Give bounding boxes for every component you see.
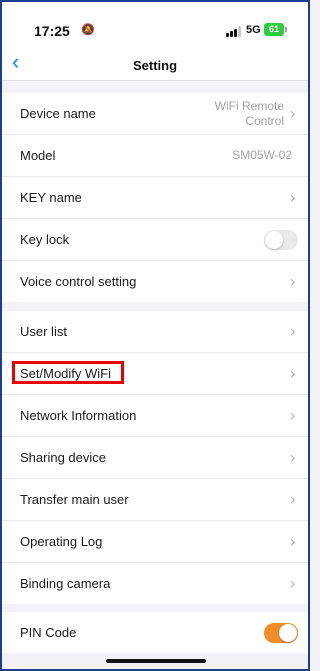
chevron-right-icon: › xyxy=(289,321,296,341)
settings-group-device: Device name WiFi Remote Control › Model … xyxy=(2,93,308,302)
row-transfer-main-user[interactable]: Transfer main user › xyxy=(2,479,308,521)
row-label: Voice control setting xyxy=(20,274,137,289)
navigation-bar: ‹ Setting xyxy=(2,46,308,81)
row-label: Model xyxy=(20,148,56,163)
row-key-name[interactable]: KEY name › xyxy=(2,177,308,219)
toggle-knob xyxy=(279,623,297,642)
settings-group-security: PIN Code xyxy=(2,612,308,653)
chevron-right-icon: › xyxy=(289,363,296,383)
row-label: Operating Log xyxy=(20,534,103,549)
row-label: KEY name xyxy=(20,190,82,205)
row-operating-log[interactable]: Operating Log › xyxy=(2,521,308,563)
home-indicator[interactable] xyxy=(106,659,206,663)
row-label: PIN Code xyxy=(20,625,77,640)
signal-icon xyxy=(226,26,242,37)
toggle-knob xyxy=(265,230,283,249)
row-model: Model SM05W-02 xyxy=(2,135,308,177)
chevron-right-icon: › xyxy=(289,271,296,291)
status-time: 17:25 xyxy=(34,23,70,39)
chevron-right-icon: › xyxy=(289,447,296,467)
row-value: WiFi Remote Control xyxy=(214,98,284,128)
battery-icon: 61 xyxy=(264,23,287,36)
row-user-list[interactable]: User list › xyxy=(2,311,308,353)
row-label: Device name xyxy=(20,106,96,121)
row-label: Key lock xyxy=(20,232,70,247)
row-label: User list xyxy=(20,324,67,339)
row-value: SM05W-02 xyxy=(232,148,292,162)
row-binding-camera[interactable]: Binding camera › xyxy=(2,563,308,604)
phone-screen: 17:25 🔕 5G 61 ‹ Setting Device name WiFi… xyxy=(0,0,310,671)
row-set-modify-wifi[interactable]: Set/Modify WiFi › xyxy=(2,353,308,395)
settings-group-users: User list › Set/Modify WiFi › Network In… xyxy=(2,311,308,604)
row-label: Sharing device xyxy=(20,450,106,465)
chevron-right-icon: › xyxy=(289,573,296,593)
chevron-right-icon: › xyxy=(289,489,296,509)
chevron-right-icon: › xyxy=(289,531,296,551)
key-lock-toggle[interactable] xyxy=(264,229,298,250)
row-label: Binding camera xyxy=(20,576,111,591)
page-title: Setting xyxy=(132,58,178,73)
row-device-name[interactable]: Device name WiFi Remote Control › xyxy=(2,93,308,135)
chevron-right-icon: › xyxy=(289,187,296,207)
silent-bell-icon: 🔕 xyxy=(81,24,95,36)
row-voice-control[interactable]: Voice control setting › xyxy=(2,261,308,302)
row-label: Transfer main user xyxy=(20,492,129,507)
row-label: Network Information xyxy=(20,408,137,423)
row-network-information[interactable]: Network Information › xyxy=(2,395,308,437)
row-key-lock: Key lock xyxy=(2,219,308,261)
row-pin-code: PIN Code xyxy=(2,612,308,653)
pin-code-toggle[interactable] xyxy=(264,622,298,643)
row-sharing-device[interactable]: Sharing device › xyxy=(2,437,308,479)
network-type: 5G xyxy=(246,24,261,36)
chevron-right-icon: › xyxy=(289,103,296,123)
status-bar: 17:25 🔕 5G 61 xyxy=(2,2,308,46)
row-label: Set/Modify WiFi xyxy=(20,366,112,381)
chevron-right-icon: › xyxy=(289,405,296,425)
